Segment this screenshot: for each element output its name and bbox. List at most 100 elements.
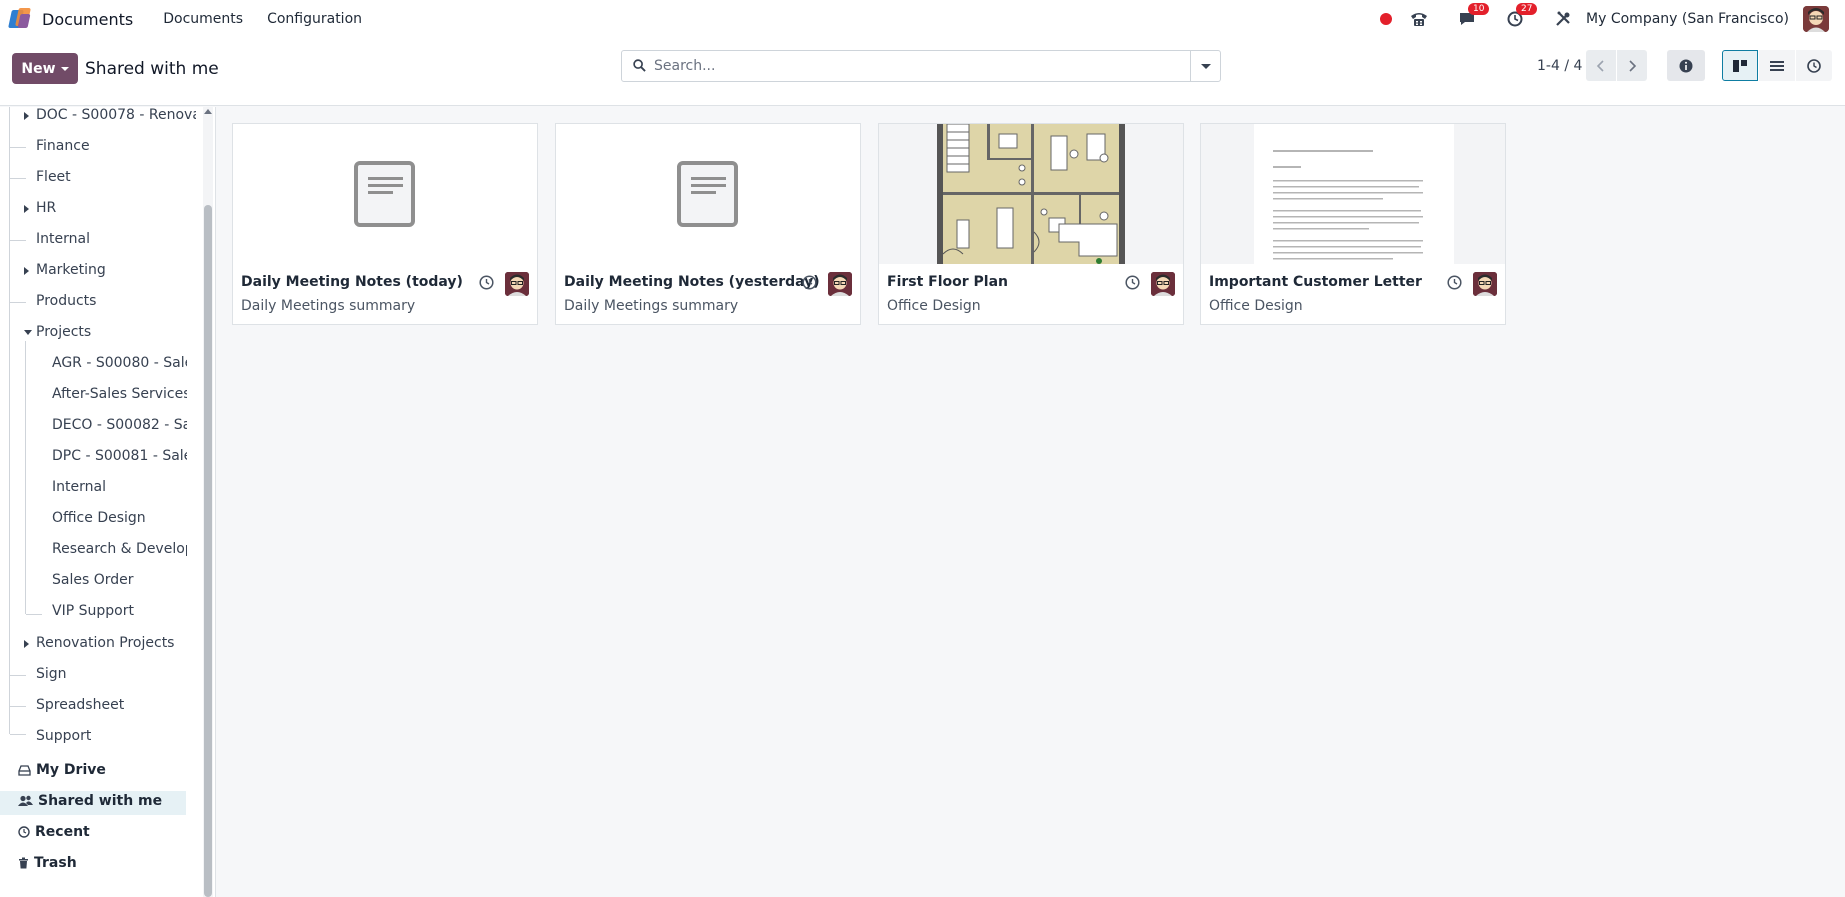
scroll-up-icon[interactable]: [204, 109, 212, 114]
folder-internal[interactable]: Internal: [36, 231, 90, 247]
folder-deco-s00082[interactable]: DECO - S00082 - Sale..: [52, 417, 187, 433]
tree-line: [10, 240, 26, 241]
folder-research-development[interactable]: Research & Develop..: [52, 541, 187, 557]
folder-fleet[interactable]: Fleet: [36, 169, 71, 185]
tree-line: [10, 675, 26, 676]
pager-value[interactable]: 1-4 / 4: [1537, 58, 1582, 74]
search-input[interactable]: [654, 52, 1184, 80]
folder-finance[interactable]: Finance: [36, 138, 90, 154]
caret-right-icon[interactable]: [24, 267, 29, 275]
folder-spreadsheet[interactable]: Spreadsheet: [36, 697, 124, 713]
document-title: Daily Meeting Notes (today): [241, 274, 463, 290]
folder-hr[interactable]: HR: [36, 200, 56, 216]
drive-icon: [18, 764, 31, 776]
list-view-button[interactable]: [1759, 50, 1795, 81]
list-icon: [1770, 60, 1784, 71]
caret-down-icon[interactable]: [24, 330, 32, 335]
app-name[interactable]: Documents: [42, 10, 133, 29]
nav-trash-label: Trash: [34, 855, 77, 871]
folder-vip-support[interactable]: VIP Support: [52, 603, 187, 619]
folder-dpc-s00081[interactable]: DPC - S00081 - Sales ..: [52, 448, 187, 464]
nav-recent-label: Recent: [35, 824, 90, 840]
document-card[interactable]: First Floor Plan Office Design: [878, 123, 1184, 325]
document-title: First Floor Plan: [887, 274, 1009, 290]
document-title: Important Customer Letter: [1209, 274, 1422, 290]
details-panel-button[interactable]: [1667, 50, 1705, 81]
pager-previous-button[interactable]: [1586, 50, 1616, 81]
kanban-view-button[interactable]: [1722, 50, 1758, 81]
document-thumbnail: [233, 124, 537, 264]
document-folder: Daily Meetings summary: [564, 298, 739, 314]
caret-right-icon[interactable]: [24, 205, 29, 213]
activity-view-button[interactable]: [1796, 50, 1832, 81]
nav-recent[interactable]: Recent: [18, 824, 90, 840]
folder-agr-s00080[interactable]: AGR - S00080 - Sales ..: [52, 355, 187, 371]
folder-marketing[interactable]: Marketing: [36, 262, 106, 278]
activity-clock-icon[interactable]: [1447, 275, 1462, 290]
new-caret-icon: [60, 66, 69, 71]
menu-configuration[interactable]: Configuration: [267, 11, 362, 27]
folder-after-sales[interactable]: After-Sales Services: [52, 386, 187, 402]
trash-icon: [19, 857, 28, 869]
nav-shared-with-me[interactable]: Shared with me: [18, 793, 162, 809]
folder-support[interactable]: Support: [36, 728, 91, 744]
folder-sign[interactable]: Sign: [36, 666, 67, 682]
sidebar-scrollbar[interactable]: [203, 107, 213, 897]
owner-avatar[interactable]: [505, 272, 529, 296]
messages-icon[interactable]: 10: [1456, 3, 1490, 30]
document-card[interactable]: Daily Meeting Notes (today) Daily Meetin…: [232, 123, 538, 325]
nav-my-drive-label: My Drive: [36, 762, 106, 778]
scrollbar-thumb[interactable]: [204, 205, 212, 897]
document-thumbnail: [556, 124, 860, 264]
tree-line: [25, 341, 26, 614]
tools-icon[interactable]: [1552, 8, 1574, 30]
folders-sidebar: DOC - S00078 - Renovat Finance Fleet HR …: [0, 107, 215, 897]
document-card[interactable]: Daily Meeting Notes (yesterday) Daily Me…: [555, 123, 861, 325]
folder-renovation-projects[interactable]: Renovation Projects: [36, 635, 174, 651]
activity-clock-icon[interactable]: [1125, 275, 1140, 290]
new-button[interactable]: New: [12, 53, 78, 84]
search-bar[interactable]: [621, 50, 1221, 82]
messages-badge: 10: [1468, 3, 1490, 15]
document-folder: Office Design: [887, 298, 981, 314]
recording-dot-icon[interactable]: [1380, 13, 1393, 25]
folder-doc-s00078[interactable]: DOC - S00078 - Renovat: [36, 107, 196, 123]
letter-preview-image: [1201, 124, 1505, 264]
clock-icon: [18, 826, 30, 838]
nav-my-drive[interactable]: My Drive: [18, 762, 106, 778]
owner-avatar[interactable]: [1151, 272, 1175, 296]
search-options-toggle[interactable]: [1190, 51, 1220, 81]
top-navbar: Documents Documents Configuration 10 27 …: [0, 0, 1845, 38]
tree-line: [10, 147, 26, 148]
folder-projects[interactable]: Projects: [36, 324, 91, 340]
user-avatar[interactable]: [1803, 6, 1829, 32]
folder-office-design[interactable]: Office Design: [52, 510, 187, 526]
document-card[interactable]: Important Customer Letter Office Design: [1200, 123, 1506, 325]
tree-line: [10, 706, 26, 707]
folder-sales-order[interactable]: Sales Order: [52, 572, 187, 588]
chevron-down-icon: [1200, 63, 1211, 69]
company-switcher[interactable]: My Company (San Francisco): [1586, 11, 1789, 27]
tree-line: [10, 178, 26, 179]
tree-line: [10, 734, 26, 735]
activities-badge: 27: [1516, 3, 1538, 15]
phone-icon[interactable]: [1408, 8, 1430, 30]
menu-documents[interactable]: Documents: [163, 11, 243, 27]
document-icon: [677, 161, 738, 227]
activity-clock-icon[interactable]: [802, 275, 817, 290]
activities-icon[interactable]: 27: [1504, 3, 1538, 30]
search-icon: [633, 59, 646, 72]
new-button-label: New: [21, 60, 56, 77]
owner-avatar[interactable]: [1473, 272, 1497, 296]
app-logo-icon[interactable]: [8, 8, 32, 30]
folder-products[interactable]: Products: [36, 293, 96, 309]
caret-right-icon[interactable]: [24, 640, 29, 648]
activity-clock-icon[interactable]: [479, 275, 494, 290]
nav-trash[interactable]: Trash: [18, 855, 77, 871]
owner-avatar[interactable]: [828, 272, 852, 296]
clock-icon: [1807, 58, 1821, 73]
folder-projects-internal[interactable]: Internal: [52, 479, 187, 495]
caret-right-icon[interactable]: [24, 112, 29, 120]
document-icon: [354, 161, 415, 227]
pager-next-button[interactable]: [1617, 50, 1647, 81]
